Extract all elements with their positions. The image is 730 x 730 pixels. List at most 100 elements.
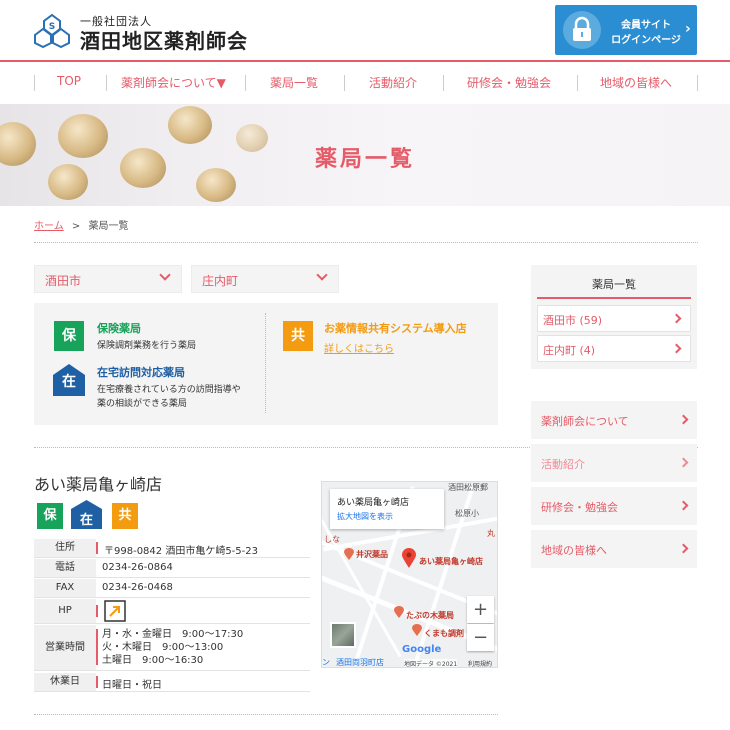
sidebar-link-about[interactable]: 薬剤師会について: [531, 401, 697, 439]
info-label: 営業時間: [34, 625, 96, 670]
nav-divider: [34, 75, 35, 91]
insurance-desc: 保険調剤業務を行う薬局: [97, 341, 197, 351]
sidebar-pharmacy-list: 薬局一覧 酒田市 (59) 庄内町 (4): [531, 265, 697, 369]
chevron-right-icon: [671, 313, 682, 324]
info-label: 休業日: [34, 673, 96, 691]
sidebar-link-community[interactable]: 地域の皆様へ: [531, 530, 697, 568]
map-zoom-out-button[interactable]: −: [467, 624, 494, 651]
banner-pill-image: [168, 106, 212, 144]
hours-line: 月・水・金曜日 9:00～17:30: [102, 629, 244, 640]
breadcrumb-separator: >: [71, 221, 81, 232]
sharing-badge-icon: 共: [112, 503, 138, 529]
sidebar-title-underline: [537, 297, 691, 299]
insurance-badge-icon: 保: [54, 321, 84, 351]
home-visit-title: 在宅訪問対応薬局: [97, 366, 185, 379]
sidebar-link-label: 活動紹介: [541, 458, 585, 471]
nav-divider: [577, 75, 578, 91]
hours-line: 土曜日 9:00～16:30: [102, 655, 204, 666]
breadcrumb: ホーム > 薬局一覧: [34, 217, 128, 232]
map-place-label[interactable]: くまも調剤: [424, 628, 464, 639]
page-banner: 薬局一覧: [0, 104, 730, 206]
chevron-right-icon: [678, 414, 689, 425]
nav-item-activities[interactable]: 活動紹介: [369, 74, 417, 91]
insurance-title: 保険薬局: [97, 322, 141, 335]
nav-item-about[interactable]: 薬剤師会について▼: [121, 74, 226, 91]
sharing-badge-icon: 共: [283, 321, 313, 351]
divider: [34, 714, 498, 715]
map-place-label[interactable]: たぶの木薬局: [406, 610, 454, 621]
nav-divider: [245, 75, 246, 91]
map-satellite-toggle[interactable]: [330, 622, 356, 648]
sidebar-link-activities[interactable]: 活動紹介: [531, 444, 697, 482]
breadcrumb-home-link[interactable]: ホーム: [34, 221, 64, 232]
member-login-label-1: 会員サイト: [621, 20, 671, 31]
home-visit-desc-2: 薬の相談ができる薬局: [97, 399, 187, 409]
chevron-right-icon: [671, 343, 682, 354]
map-place-label: ン: [322, 658, 330, 667]
map-pin-icon[interactable]: [394, 606, 404, 618]
sidebar-link-label: 薬剤師会について: [541, 415, 629, 428]
address-value: 〒998-0842 酒田市亀ケ崎5-5-23: [104, 546, 258, 557]
map-place-label: 丸: [487, 529, 495, 538]
divider: [34, 242, 698, 243]
map-pin-label[interactable]: あい薬局亀ヶ崎店: [419, 556, 483, 567]
info-label: FAX: [34, 579, 96, 597]
map-pin-icon[interactable]: [402, 548, 416, 568]
map-zoom-in-button[interactable]: +: [467, 596, 494, 623]
external-link-icon[interactable]: [104, 600, 126, 622]
sharing-title: お薬情報共有システム導入店: [324, 322, 467, 335]
sidebar-item-label: 酒田市 (59): [543, 314, 603, 327]
closed-value: 日曜日・祝日: [102, 680, 162, 691]
google-logo: Google: [402, 644, 442, 655]
sidebar-title: 薬局一覧: [592, 278, 636, 291]
nav-item-community[interactable]: 地域の皆様へ: [600, 74, 672, 91]
info-label: HP: [34, 599, 96, 623]
map-place-label: 酒田松原郵: [448, 483, 488, 492]
nav-item-training[interactable]: 研修会・勉強会: [467, 74, 551, 91]
main-nav: TOP 薬剤師会について▼ 薬局一覧 活動紹介 研修会・勉強会 地域の皆様へ: [0, 60, 730, 104]
page-title: 薬局一覧: [314, 147, 415, 172]
nav-divider: [344, 75, 345, 91]
insurance-badge-icon: 保: [37, 503, 63, 529]
member-login-button[interactable]: 会員サイト ログインページ ›: [555, 5, 697, 55]
map-terms-link[interactable]: 利用規約: [468, 659, 492, 667]
chevron-right-icon: [678, 457, 689, 468]
map-enlarge-link[interactable]: 拡大地図を表示: [337, 511, 393, 522]
breadcrumb-current: 薬局一覧: [88, 221, 129, 232]
sidebar-link-label: 地域の皆様へ: [541, 544, 607, 557]
chevron-right-icon: ›: [685, 21, 691, 37]
map-pin-icon[interactable]: [344, 548, 354, 560]
chevron-right-icon: [678, 543, 689, 554]
info-row-closed: 休業日 日曜日・祝日: [34, 673, 310, 692]
sidebar-item-label: 庄内町 (4): [543, 344, 596, 357]
association-logo-icon[interactable]: S: [34, 13, 70, 49]
map-place-label: 松原小: [455, 509, 479, 518]
info-row-hp: HP: [34, 599, 310, 624]
nav-item-top[interactable]: TOP: [57, 74, 81, 88]
nav-divider: [443, 75, 444, 91]
map-pin-icon[interactable]: [412, 624, 422, 636]
sidebar-item-shonai[interactable]: 庄内町 (4): [537, 335, 691, 362]
sharing-details-link[interactable]: 詳しくはこちら: [324, 340, 394, 355]
info-row-address: 住所 〒998-0842 酒田市亀ケ崎5-5-23: [34, 539, 310, 558]
sidebar-link-label: 研修会・勉強会: [541, 501, 618, 514]
city-select[interactable]: 酒田市: [34, 265, 182, 293]
nav-divider: [106, 75, 107, 91]
sidebar-item-sakata[interactable]: 酒田市 (59): [537, 305, 691, 332]
pharmacy-name: あい薬局亀ヶ崎店: [34, 475, 163, 494]
hours-value: 月・水・金曜日 9:00～17:30 火・木曜日 9:00～13:00 土曜日 …: [102, 628, 243, 667]
google-map[interactable]: 酒田松原郵 松原小 丸 しな あい薬局亀ヶ崎店 拡大地図を表示 井沢薬品 あい薬…: [321, 481, 498, 668]
town-select[interactable]: 庄内町: [191, 265, 339, 293]
map-copyright: 地図データ ©2021: [404, 659, 458, 668]
org-name[interactable]: 酒田地区薬剤師会: [80, 25, 248, 54]
info-marker: [96, 676, 98, 688]
info-label: 電話: [34, 559, 96, 577]
hours-line: 火・木曜日 9:00～13:00: [102, 642, 224, 653]
tel-value[interactable]: 0234-26-0864: [102, 562, 173, 573]
nav-item-pharmacies[interactable]: 薬局一覧: [270, 74, 318, 91]
map-place-label[interactable]: 井沢薬品: [356, 549, 388, 560]
sidebar-link-training[interactable]: 研修会・勉強会: [531, 487, 697, 525]
site-header: S 一般社団法人 酒田地区薬剤師会 会員サイト ログインページ ›: [0, 0, 730, 60]
map-place-label: しな: [324, 535, 340, 544]
city-select-value: 酒田市: [45, 274, 82, 288]
